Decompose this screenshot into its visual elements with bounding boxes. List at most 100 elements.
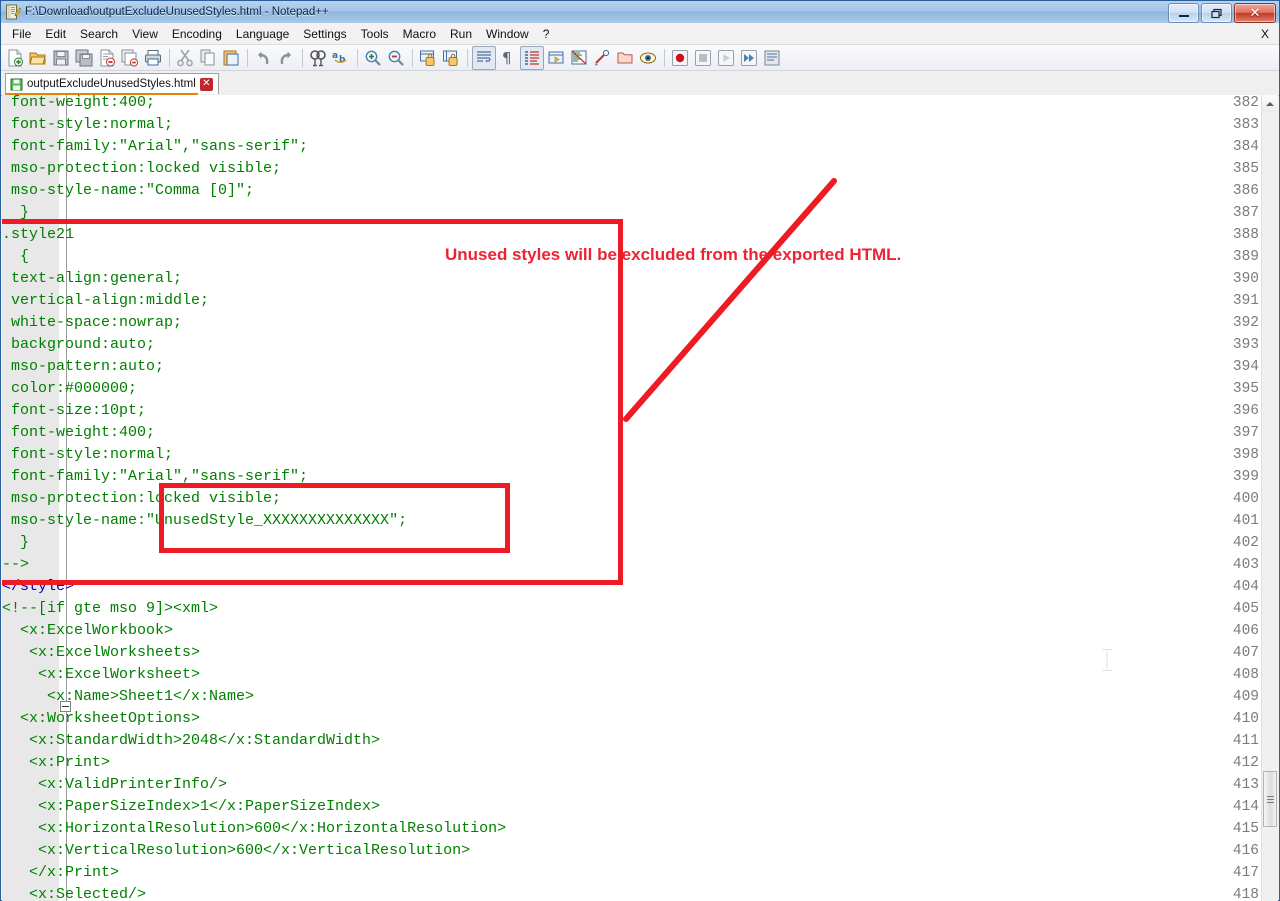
minimize-icon xyxy=(1179,15,1189,17)
print-icon[interactable] xyxy=(142,47,164,69)
code-line: <x:ExcelWorksheets> xyxy=(2,642,200,664)
tab-bar: outputExcludeUnusedStyles.html ✕ xyxy=(1,71,1279,96)
close-file-icon[interactable] xyxy=(96,47,118,69)
window-controls: ✕ xyxy=(1168,3,1276,23)
svg-text:¶: ¶ xyxy=(502,49,512,67)
line-number: 394 xyxy=(1233,356,1259,378)
vertical-scrollbar-thumb[interactable] xyxy=(1263,771,1277,827)
cut-icon[interactable] xyxy=(174,47,196,69)
toolbar-separator xyxy=(467,49,468,67)
replace-icon[interactable]: ab xyxy=(330,47,352,69)
toolbar-separator xyxy=(169,49,170,67)
toolbar-separator xyxy=(357,49,358,67)
show-function-list-icon[interactable] xyxy=(591,47,613,69)
word-wrap-icon[interactable] xyxy=(472,46,496,70)
run-macro-multiple-times-icon[interactable] xyxy=(738,47,760,69)
line-number: 413 xyxy=(1233,774,1259,796)
text-cursor-ibeam xyxy=(1106,649,1108,671)
line-number: 415 xyxy=(1233,818,1259,840)
menu-item-settings[interactable]: Settings xyxy=(296,24,353,44)
stop-recording-macro-icon[interactable] xyxy=(692,47,714,69)
restore-icon xyxy=(1211,8,1222,19)
toolbar-separator xyxy=(664,49,665,67)
restore-button[interactable] xyxy=(1201,3,1232,23)
paste-icon[interactable] xyxy=(220,47,242,69)
vertical-scrollbar[interactable] xyxy=(1261,95,1278,901)
scrollbar-grip-icon xyxy=(1267,796,1274,803)
menu-item-language[interactable]: Language xyxy=(229,24,296,44)
zoom-out-icon[interactable] xyxy=(385,47,407,69)
line-number: 403 xyxy=(1233,554,1259,576)
sync-vertical-scrolling-icon[interactable] xyxy=(417,47,439,69)
menu-item-view[interactable]: View xyxy=(125,24,165,44)
show-all-characters-icon[interactable]: ¶ xyxy=(497,47,519,69)
window-title: F:\Download\outputExcludeUnusedStyles.ht… xyxy=(25,6,329,18)
menu-item-search[interactable]: Search xyxy=(73,24,125,44)
code-line: <x:VerticalResolution>600</x:VerticalRes… xyxy=(2,840,470,862)
playback-macro-icon[interactable] xyxy=(715,47,737,69)
menu-item-edit[interactable]: Edit xyxy=(38,24,73,44)
close-document-button[interactable]: X xyxy=(1261,27,1269,41)
toolbar: ab ¶ xyxy=(1,45,1279,71)
sync-horizontal-scrolling-icon[interactable] xyxy=(440,47,462,69)
menu-item-window[interactable]: Window xyxy=(479,24,536,44)
scroll-up-button[interactable] xyxy=(1262,95,1278,112)
line-number: 390 xyxy=(1233,268,1259,290)
toolbar-separator xyxy=(302,49,303,67)
toolbar-separator xyxy=(247,49,248,67)
menu-item-run[interactable]: Run xyxy=(443,24,479,44)
code-editor[interactable]: 3823833843853863873883893903913923933943… xyxy=(2,95,1264,901)
code-line: <x:Print> xyxy=(2,752,110,774)
folder-as-workspace-icon[interactable] xyxy=(614,47,636,69)
user-defined-dialog-icon[interactable] xyxy=(545,47,567,69)
line-number: 418 xyxy=(1233,884,1259,901)
save-current-macro-icon[interactable] xyxy=(761,47,783,69)
tab-outputExcludeUnusedStyles-html[interactable]: outputExcludeUnusedStyles.html ✕ xyxy=(5,73,219,94)
save-icon[interactable] xyxy=(50,47,72,69)
close-button[interactable]: ✕ xyxy=(1234,3,1276,23)
line-number: 398 xyxy=(1233,444,1259,466)
save-all-icon[interactable] xyxy=(73,47,95,69)
copy-icon[interactable] xyxy=(197,47,219,69)
tab-close-icon[interactable]: ✕ xyxy=(200,78,213,91)
close-all-files-icon[interactable] xyxy=(119,47,141,69)
menu-item-file[interactable]: File xyxy=(5,24,38,44)
line-number: 389 xyxy=(1233,246,1259,268)
document-switcher-icon[interactable] xyxy=(637,47,659,69)
zoom-in-icon[interactable] xyxy=(362,47,384,69)
show-document-map-icon[interactable] xyxy=(568,47,590,69)
line-number: 382 xyxy=(1233,95,1259,114)
code-line: </x:Print> xyxy=(2,862,119,884)
show-indent-guide-icon[interactable] xyxy=(520,46,544,70)
menu-item-tools[interactable]: Tools xyxy=(354,24,396,44)
close-icon: ✕ xyxy=(1250,7,1261,20)
code-line: <x:Name>Sheet1</x:Name> xyxy=(2,686,254,708)
line-number: 401 xyxy=(1233,510,1259,532)
notepad-plus-plus-window: F:\Download\outputExcludeUnusedStyles.ht… xyxy=(0,0,1280,901)
line-number: 414 xyxy=(1233,796,1259,818)
undo-icon[interactable] xyxy=(252,47,274,69)
saved-document-icon xyxy=(10,78,23,91)
menu-item-encoding[interactable]: Encoding xyxy=(165,24,229,44)
start-recording-macro-icon[interactable] xyxy=(669,47,691,69)
menu-item-macro[interactable]: Macro xyxy=(396,24,443,44)
line-number: 411 xyxy=(1233,730,1259,752)
line-number: 388 xyxy=(1233,224,1259,246)
line-number: 387 xyxy=(1233,202,1259,224)
line-number: 384 xyxy=(1233,136,1259,158)
new-file-icon[interactable] xyxy=(4,47,26,69)
redo-icon[interactable] xyxy=(275,47,297,69)
chevron-up-icon xyxy=(1266,102,1274,106)
open-file-icon[interactable] xyxy=(27,47,49,69)
code-line: font-style:normal; xyxy=(2,114,173,136)
find-icon[interactable] xyxy=(307,47,329,69)
code-line: font-family:"Arial","sans-serif"; xyxy=(2,136,308,158)
code-line: <x:Selected/> xyxy=(2,884,146,901)
tab-label: outputExcludeUnusedStyles.html xyxy=(27,78,196,90)
menu-item-help[interactable]: ? xyxy=(536,24,557,44)
line-number: 402 xyxy=(1233,532,1259,554)
minimize-button[interactable] xyxy=(1168,3,1199,23)
title-bar: F:\Download\outputExcludeUnusedStyles.ht… xyxy=(1,1,1279,24)
line-number: 416 xyxy=(1233,840,1259,862)
fold-collapse-box[interactable] xyxy=(60,701,71,712)
